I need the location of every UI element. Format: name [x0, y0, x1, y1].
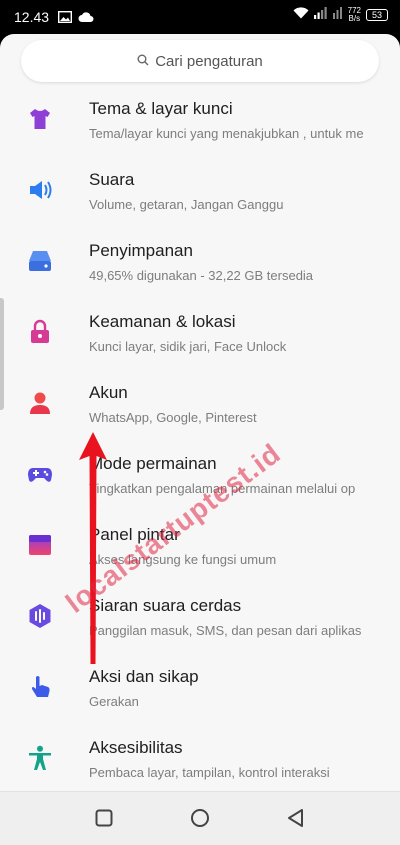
home-circle-icon[interactable] — [188, 806, 212, 830]
network-speed: 772 B/s — [347, 6, 361, 23]
settings-item-aksesibilitas[interactable]: Aksesibilitas Pembaca layar, tampilan, k… — [0, 729, 400, 800]
item-title: Keamanan & lokasi — [89, 312, 236, 331]
theme-shirt-icon — [27, 106, 53, 132]
accessibility-icon — [27, 745, 53, 771]
status-time: 12.43 — [14, 9, 50, 25]
settings-item-akun[interactable]: Akun WhatsApp, Google, Pinterest — [0, 374, 400, 445]
smart-panel-icon — [27, 532, 53, 558]
settings-item-keamanan[interactable]: Keamanan & lokasi Kunci layar, sidik jar… — [0, 303, 400, 374]
status-bar: 12.43 772 B/s 53 — [0, 0, 400, 34]
settings-item-tema[interactable]: Tema & layar kunci Tema/layar kunci yang… — [0, 90, 400, 161]
item-title: Siaran suara cerdas — [89, 596, 242, 615]
item-title: Akun — [89, 383, 128, 402]
search-icon — [137, 53, 149, 70]
gamepad-icon — [27, 461, 53, 487]
signal-icon-2 — [332, 6, 343, 24]
lock-icon — [27, 319, 53, 345]
storage-icon — [27, 248, 53, 274]
item-title: Aksesibilitas — [89, 738, 183, 757]
item-subtitle: Gerakan — [89, 694, 139, 709]
item-title: Suara — [89, 170, 135, 189]
speaker-icon — [27, 177, 53, 203]
item-subtitle: WhatsApp, Google, Pinterest — [89, 410, 257, 425]
item-title: Tema & layar kunci — [89, 99, 233, 118]
gallery-icon — [57, 10, 73, 28]
item-title: Mode permainan — [89, 454, 217, 473]
gesture-hand-icon — [27, 674, 53, 700]
cloud-icon — [78, 10, 94, 28]
item-subtitle: 49,65% digunakan - 32,22 GB tersedia — [89, 268, 314, 283]
item-subtitle: Panggilan masuk, SMS, dan pesan dari apl… — [89, 623, 362, 638]
recents-square-icon[interactable] — [92, 806, 116, 830]
settings-list: Tema & layar kunci Tema/layar kunci yang… — [0, 90, 400, 800]
item-subtitle: Volume, getaran, Jangan Ganggu — [89, 197, 284, 212]
smart-broadcast-icon — [27, 603, 53, 629]
item-subtitle: Tema/layar kunci yang menakjubkan , untu… — [89, 126, 364, 141]
wifi-icon — [293, 6, 309, 24]
signal-icon — [313, 6, 328, 24]
settings-item-aksi-sikap[interactable]: Aksi dan sikap Gerakan — [0, 658, 400, 729]
item-title: Aksi dan sikap — [89, 667, 199, 686]
annotation-arrow — [79, 432, 107, 664]
settings-item-suara[interactable]: Suara Volume, getaran, Jangan Ganggu — [0, 161, 400, 232]
search-bar[interactable]: Cari pengaturan — [21, 40, 379, 82]
settings-item-siaran-suara[interactable]: Siaran suara cerdas Panggilan masuk, SMS… — [0, 587, 400, 658]
back-triangle-icon[interactable] — [284, 806, 308, 830]
navigation-bar — [0, 791, 400, 845]
settings-sheet: Cari pengaturan Tema & layar kunci Tema/… — [0, 34, 400, 845]
item-title: Penyimpanan — [89, 241, 193, 260]
item-subtitle: Kunci layar, sidik jari, Face Unlock — [89, 339, 287, 354]
search-placeholder: Cari pengaturan — [155, 52, 263, 70]
item-subtitle: Pembaca layar, tampilan, kontrol interak… — [89, 765, 330, 780]
account-icon — [27, 390, 53, 416]
settings-item-penyimpanan[interactable]: Penyimpanan 49,65% digunakan - 32,22 GB … — [0, 232, 400, 303]
battery-indicator: 53 — [366, 9, 388, 21]
